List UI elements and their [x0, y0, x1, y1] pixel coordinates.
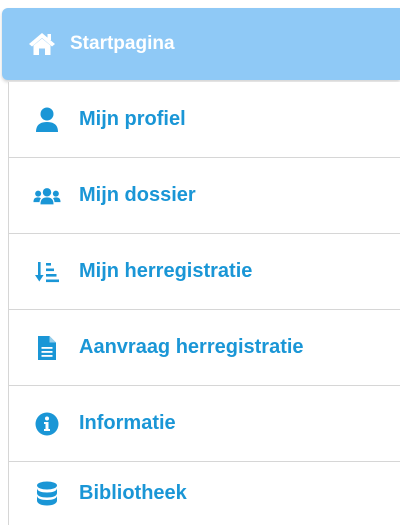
sidebar-item-label: Informatie — [79, 412, 176, 434]
users-group-icon — [33, 182, 61, 210]
sidebar-item-label: Startpagina — [70, 33, 175, 54]
sidebar-nav: Startpagina Mijn profiel Mijn dossier Mi… — [0, 0, 400, 525]
sidebar-item-mijn-dossier[interactable]: Mijn dossier — [8, 158, 400, 234]
sort-list-icon — [33, 258, 61, 286]
sidebar-item-mijn-herregistratie[interactable]: Mijn herregistratie — [8, 234, 400, 310]
file-icon — [33, 334, 61, 362]
sidebar-item-aanvraag-herregistratie[interactable]: Aanvraag herregistratie — [8, 310, 400, 386]
home-icon — [28, 30, 56, 58]
sidebar-item-informatie[interactable]: Informatie — [8, 386, 400, 462]
sidebar-item-label: Aanvraag herregistratie — [79, 336, 304, 358]
info-circle-icon — [33, 410, 61, 438]
sidebar-item-mijn-profiel[interactable]: Mijn profiel — [8, 82, 400, 158]
sidebar-item-label: Mijn profiel — [79, 108, 186, 130]
user-icon — [33, 106, 61, 134]
sidebar-item-label: Bibliotheek — [79, 482, 187, 504]
sidebar-item-label: Mijn herregistratie — [79, 260, 253, 282]
sidebar-item-label: Mijn dossier — [79, 184, 196, 206]
sidebar-item-startpagina[interactable]: Startpagina — [2, 8, 400, 80]
database-icon — [33, 480, 61, 508]
sidebar-item-bibliotheek[interactable]: Bibliotheek — [8, 462, 400, 525]
